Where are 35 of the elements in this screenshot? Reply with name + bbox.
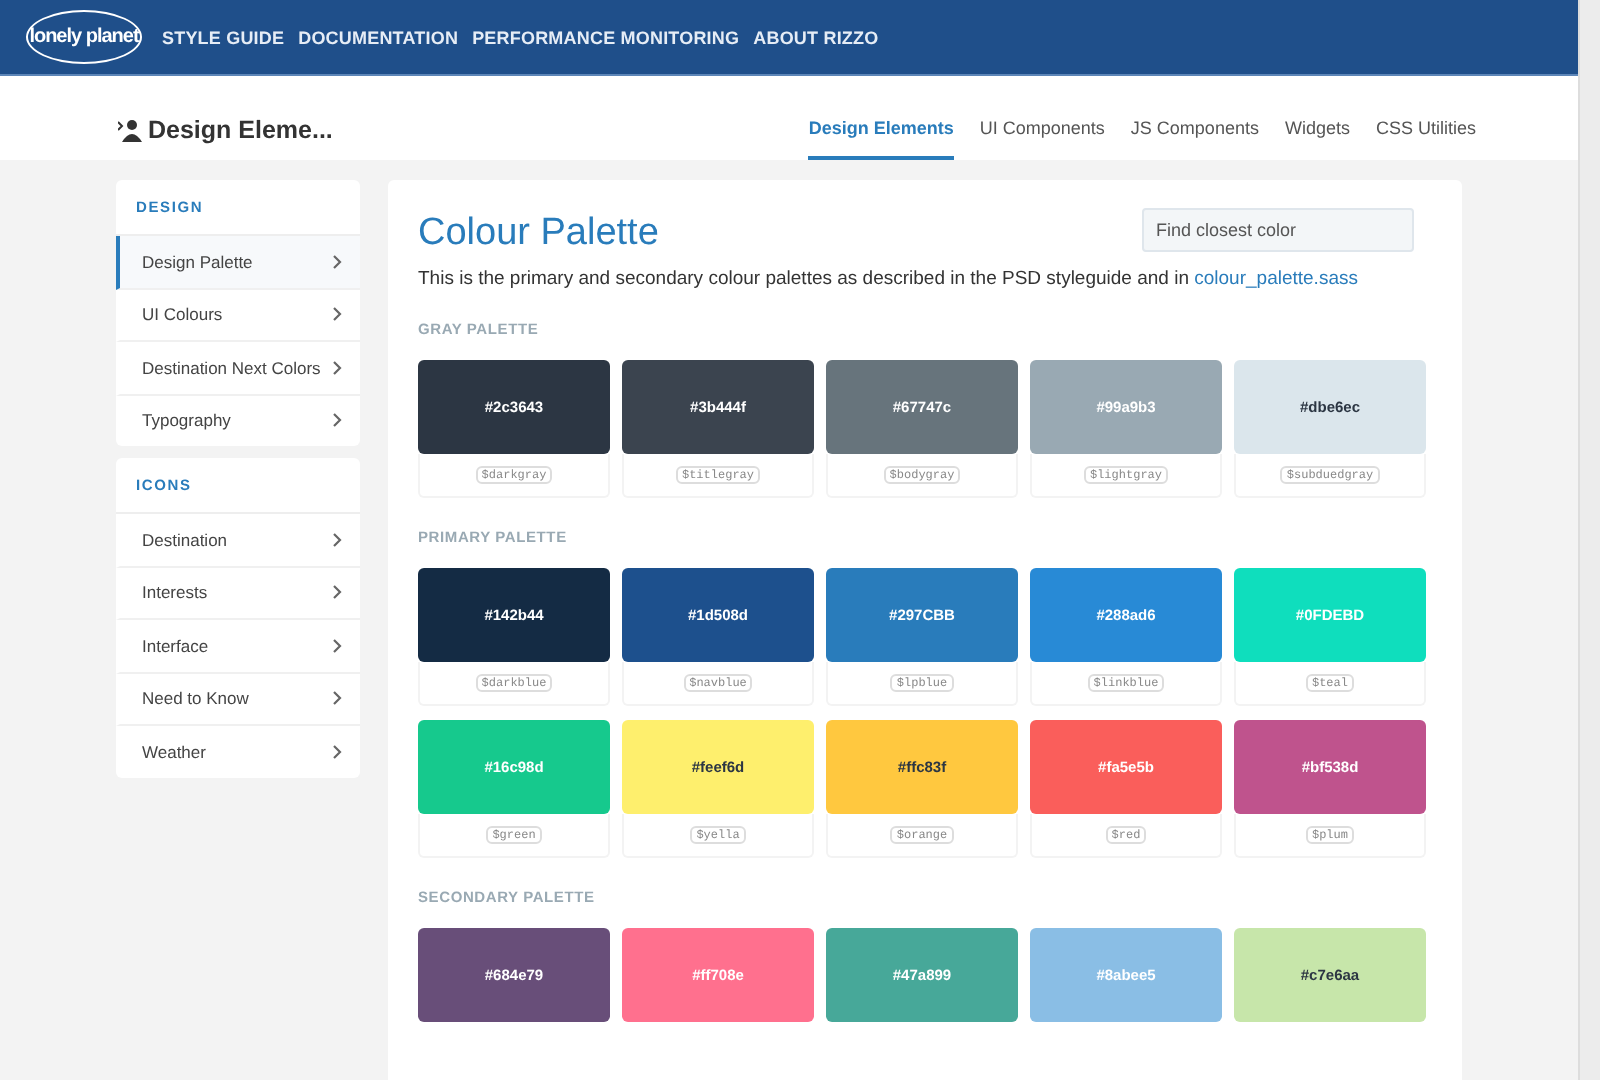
nav-link[interactable]: ABOUT RIZZO (753, 27, 879, 47)
sidebar-item[interactable]: Destination (116, 514, 360, 567)
section-title: Colour Palette (418, 212, 659, 256)
tab[interactable]: Widgets (1284, 118, 1350, 160)
sidebar-item[interactable]: Interests (116, 567, 360, 620)
sidebar-item[interactable]: UI Colours (116, 289, 360, 342)
person-icon (118, 118, 142, 142)
sidebar-item[interactable]: Design Palette (116, 236, 360, 289)
sidebar-item[interactable]: Weather (116, 726, 360, 777)
tab[interactable]: CSS Utilities (1375, 118, 1476, 160)
nav-link[interactable]: DOCUMENTATION (298, 27, 459, 47)
sidebar-item[interactable]: Destination Next Colors (116, 342, 360, 395)
logo[interactable]: lonely planet (26, 10, 142, 64)
chevron-icon (332, 359, 342, 376)
tab[interactable]: Design Elements (808, 118, 954, 160)
chevron-icon (332, 690, 342, 707)
chevron-icon (332, 637, 342, 654)
nav-link[interactable]: STYLE GUIDE (162, 27, 285, 47)
chevron-icon (332, 531, 342, 548)
page-title: Design Eleme... (148, 116, 333, 144)
chevron-icon (332, 253, 342, 270)
sidebar-item[interactable]: Typography (116, 395, 360, 446)
chevron-icon (332, 743, 342, 760)
chevron-icon (332, 412, 342, 429)
search-field[interactable]: Find closest color (1142, 208, 1414, 252)
sidebar-item[interactable]: Interface (116, 620, 360, 673)
tab[interactable]: JS Components (1130, 118, 1259, 160)
nav-link[interactable]: PERFORMANCE MONITORING (472, 27, 740, 47)
tab[interactable]: UI Components (979, 118, 1105, 160)
sidebar-item[interactable]: Need to Know (116, 673, 360, 726)
chevron-icon (332, 584, 342, 601)
chevron-icon (332, 306, 342, 323)
scrollbar[interactable] (1578, 0, 1600, 1080)
file-link[interactable]: colour_palette.sass (1194, 268, 1358, 290)
description: This is the primary and secondary colour palettes as described in the PSD styleguide and in colour_palette.sass (418, 268, 1360, 290)
